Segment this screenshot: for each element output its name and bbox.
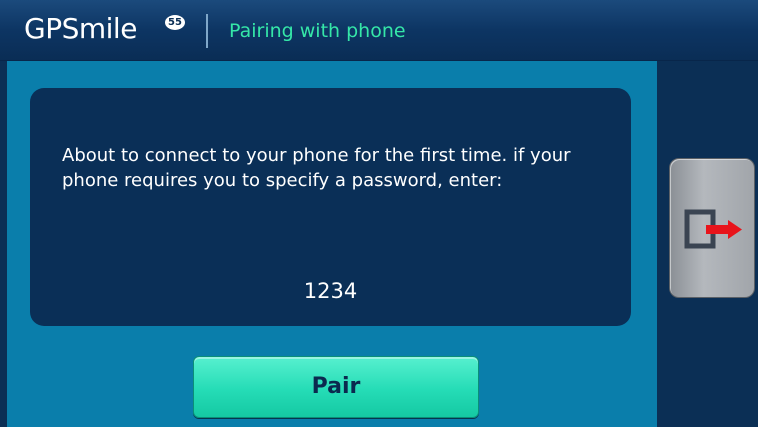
logo-badge: 55 — [165, 15, 185, 30]
pairing-pin: 1234 — [303, 279, 358, 303]
pairing-message: About to connect to your phone for the f… — [62, 145, 571, 191]
header-divider — [206, 14, 208, 48]
app-window: GPSmile 55 Pairing with phone About to c… — [0, 0, 758, 427]
pair-button[interactable]: Pair — [193, 356, 479, 418]
main-panel: About to connect to your phone for the f… — [7, 61, 657, 427]
page-title: Pairing with phone — [229, 20, 406, 42]
exit-button[interactable] — [669, 158, 755, 298]
app-logo: GPSmile — [24, 12, 137, 45]
message-box: About to connect to your phone for the f… — [30, 88, 631, 326]
header-bar: GPSmile 55 Pairing with phone — [0, 0, 758, 61]
exit-door-arrow-icon — [684, 209, 742, 249]
